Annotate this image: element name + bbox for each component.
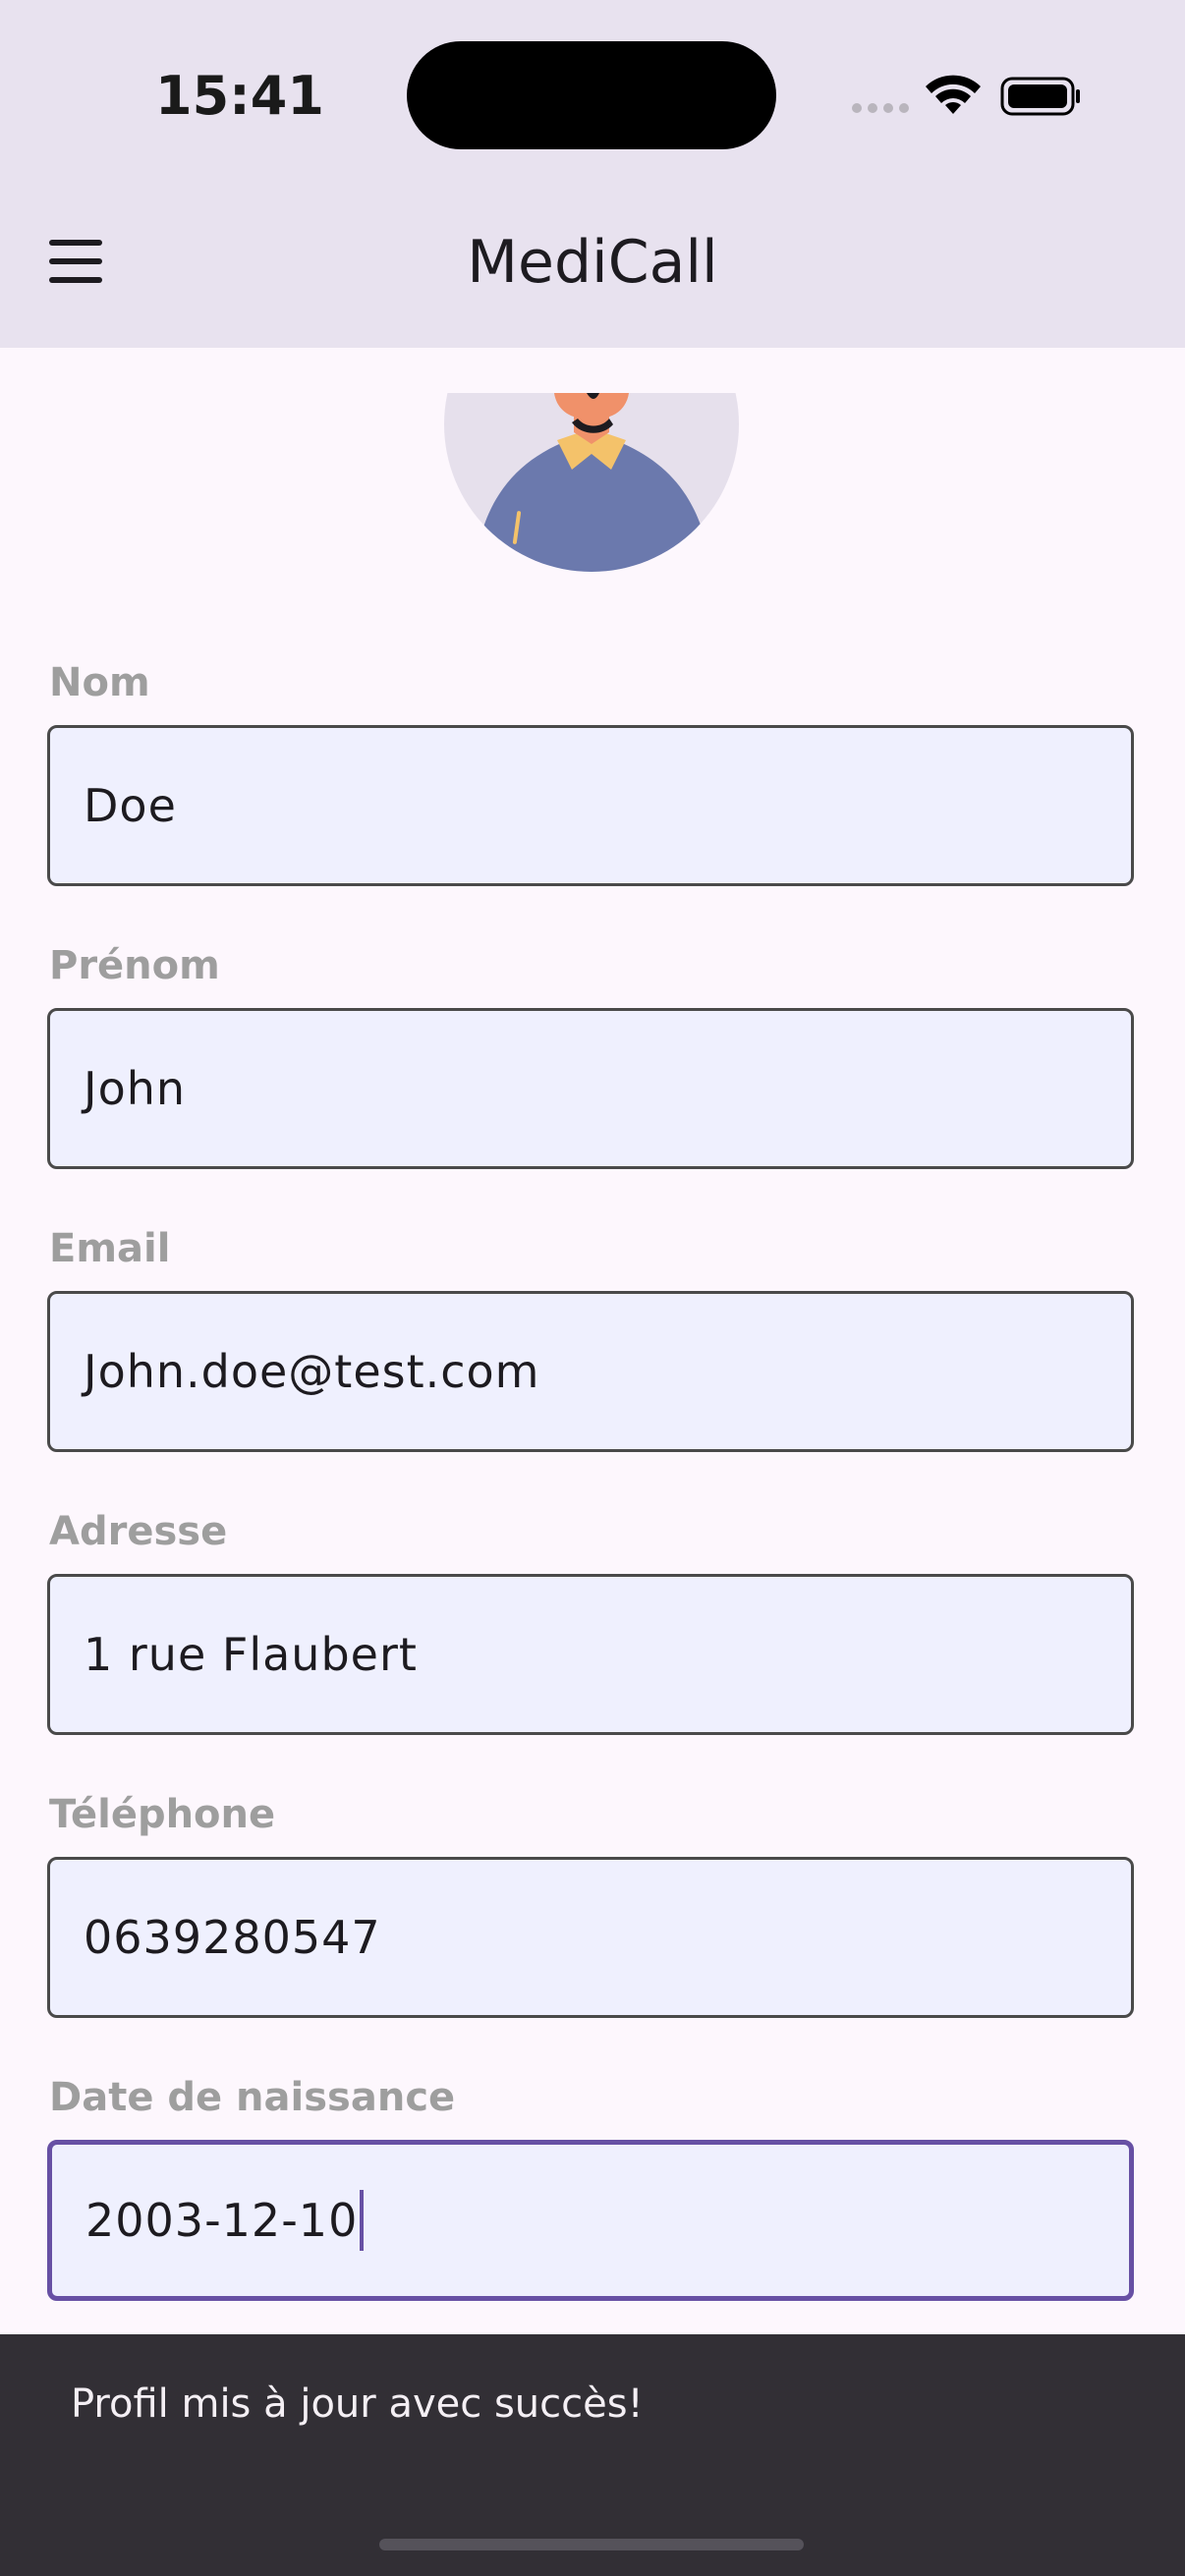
battery-icon [1000, 77, 1080, 116]
telephone-input[interactable]: 0639280547 [47, 1857, 1134, 2018]
adresse-input[interactable]: 1 rue Flaubert [47, 1574, 1134, 1735]
date-naissance-value: 2003-12-10 [85, 2194, 359, 2247]
adresse-label: Adresse [49, 1509, 228, 1554]
date-naissance-label: Date de naissance [49, 2075, 456, 2120]
status-time: 15:41 [155, 65, 324, 127]
date-naissance-input[interactable]: 2003-12-10 [47, 2140, 1134, 2301]
nom-value: Doe [84, 779, 177, 832]
adresse-value: 1 rue Flaubert [84, 1628, 418, 1681]
avatar[interactable] [444, 393, 739, 572]
prenom-input[interactable]: John [47, 1008, 1134, 1169]
nom-input[interactable]: Doe [47, 725, 1134, 886]
dynamic-island [407, 41, 776, 149]
email-input[interactable]: John.doe@test.com [47, 1291, 1134, 1452]
prenom-value: John [84, 1062, 187, 1115]
snackbar-message: Profil mis à jour avec succès! [71, 2381, 644, 2427]
wifi-icon [926, 75, 981, 114]
telephone-value: 0639280547 [84, 1911, 381, 1964]
email-label: Email [49, 1226, 171, 1271]
date-naissance-value-wrap: 2003-12-10 [85, 2145, 365, 2296]
status-icons [852, 75, 1080, 116]
telephone-label: Téléphone [49, 1792, 276, 1837]
signal-dots-icon [852, 103, 909, 113]
email-value: John.doe@test.com [84, 1345, 540, 1398]
prenom-label: Prénom [49, 943, 220, 988]
text-caret [360, 2190, 365, 2251]
nom-label: Nom [49, 660, 150, 705]
home-indicator[interactable] [379, 2539, 804, 2550]
status-bar: 15:41 [0, 0, 1185, 196]
avatar-illustration [444, 393, 739, 572]
app-title: MediCall [467, 228, 718, 297]
